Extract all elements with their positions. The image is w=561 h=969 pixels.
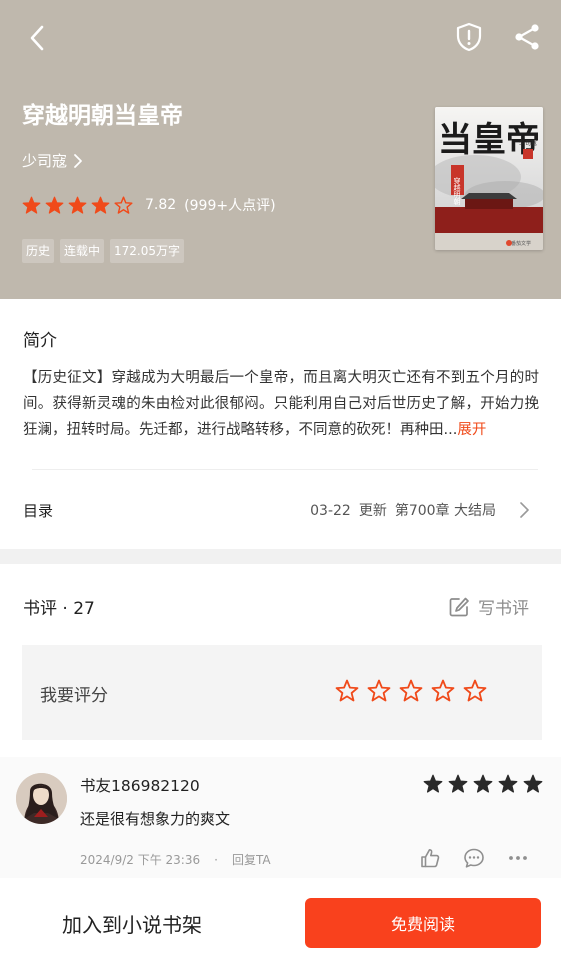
- rate-star-icon[interactable]: [367, 679, 391, 703]
- star-filled-icon: [423, 774, 443, 793]
- rate-star-icon[interactable]: [463, 679, 487, 703]
- book-title: 穿越明朝当皇帝: [22, 103, 183, 129]
- avatar-image: [16, 773, 67, 824]
- bottom-bar: 加入到小说书架 免费阅读: [0, 878, 561, 969]
- review-time: 2024/9/2 下午 23:36: [80, 853, 201, 867]
- review-actions: [419, 847, 529, 869]
- star-filled-icon: [68, 196, 87, 214]
- star-filled-icon: [22, 196, 41, 214]
- shield-alert-icon: [456, 22, 482, 52]
- catalog-label: 目录: [23, 502, 54, 520]
- intro-title: 简介: [23, 331, 57, 351]
- author-link[interactable]: 少司寇: [22, 150, 83, 171]
- catalog-update-info: 03-22 更新 第700章 大结局: [310, 500, 496, 520]
- intro-text: 【历史征文】穿越成为大明最后一个皇帝，而且离大明灭亡还有不到五个月的时间。获得新…: [23, 365, 539, 443]
- tag-genre: 历史: [22, 239, 55, 263]
- rate-label: 我要评分: [40, 686, 108, 706]
- rating-score: 7.82: [145, 197, 177, 213]
- star-filled-icon: [45, 196, 64, 214]
- tag-word-count: 172.05万字: [110, 239, 185, 263]
- rate-star-icon[interactable]: [431, 679, 455, 703]
- star-filled-icon: [498, 774, 518, 793]
- comment-icon: [464, 848, 484, 868]
- comment-button[interactable]: [463, 847, 485, 869]
- star-filled-icon: [473, 774, 493, 793]
- rate-star-icon[interactable]: [399, 679, 423, 703]
- cover-author: 少司寇: [519, 139, 537, 147]
- avatar[interactable]: [16, 773, 67, 824]
- latest-chapter: 第700章 大结局: [394, 503, 496, 519]
- rating-count: (999+人点评): [184, 198, 276, 214]
- share-button[interactable]: [508, 18, 546, 56]
- star-filled-icon: [91, 196, 110, 214]
- cover-image: 当皇帝 穿越明朝 少司寇 番茄文学: [435, 107, 543, 250]
- catalog-row[interactable]: 目录 03-22 更新 第700章 大结局: [0, 479, 561, 541]
- rate-stars[interactable]: [335, 679, 487, 703]
- rate-star-icon[interactable]: [335, 679, 359, 703]
- review-text: 还是很有想象力的爽文: [80, 810, 231, 828]
- author-name: 少司寇: [22, 152, 68, 170]
- expand-button[interactable]: 展开: [457, 422, 486, 438]
- reviewer-rating: [423, 774, 543, 794]
- book-cover[interactable]: 当皇帝 穿越明朝 少司寇 番茄文学: [435, 107, 543, 250]
- more-button[interactable]: [507, 847, 529, 869]
- report-button[interactable]: [450, 18, 488, 56]
- book-rating: 7.82 (999+人点评): [22, 195, 276, 215]
- share-icon: [515, 24, 539, 50]
- star-filled-icon: [448, 774, 468, 793]
- rating-stars: [22, 195, 137, 215]
- book-tags: 历史 连载中 172.05万字: [22, 239, 185, 263]
- write-review-button[interactable]: 写书评: [448, 594, 529, 619]
- edit-icon: [449, 597, 469, 616]
- cover-publisher: 番茄文学: [511, 240, 531, 247]
- back-button[interactable]: [20, 20, 56, 56]
- reviews-header: 书评 · 27: [23, 599, 95, 619]
- write-review-label: 写书评: [478, 599, 529, 619]
- thumbs-up-icon: [421, 849, 440, 868]
- meta-separator: ·: [214, 852, 218, 867]
- chevron-left-icon: [30, 25, 44, 51]
- reviewer-name: 书友186982120: [80, 777, 200, 795]
- book-header: 穿越明朝当皇帝 少司寇 7.82 (999+人点评) 历史 连载中 172.05…: [0, 0, 561, 299]
- update-label: 更新: [358, 503, 387, 519]
- tag-status: 连载中: [60, 239, 105, 263]
- star-filled-icon: [523, 774, 543, 793]
- cover-subtitle: 穿越明朝: [453, 176, 461, 206]
- review-meta: 2024/9/2 下午 23:36 · 回复TA: [80, 851, 271, 868]
- add-to-shelf-button[interactable]: 加入到小说书架: [62, 909, 202, 938]
- rate-box: 我要评分: [22, 645, 542, 740]
- star-outline-icon: [114, 195, 133, 214]
- reviews-section: 书评 · 27 写书评 我要评分 书友186982120 还是很有想象力的爽文 …: [0, 564, 561, 878]
- like-button[interactable]: [419, 847, 441, 869]
- free-read-button[interactable]: 免费阅读: [305, 898, 541, 948]
- review-item: 书友186982120 还是很有想象力的爽文 2024/9/2 下午 23:36…: [0, 757, 561, 878]
- update-date: 03-22: [310, 503, 351, 519]
- chevron-right-icon: [520, 502, 529, 518]
- more-dots-icon: [509, 856, 527, 860]
- chevron-right-icon: [74, 153, 82, 168]
- intro-section: 简介 【历史征文】穿越成为大明最后一个皇帝，而且离大明灭亡还有不到五个月的时间。…: [0, 299, 561, 549]
- reply-button[interactable]: 回复TA: [232, 851, 271, 868]
- divider: [32, 469, 538, 470]
